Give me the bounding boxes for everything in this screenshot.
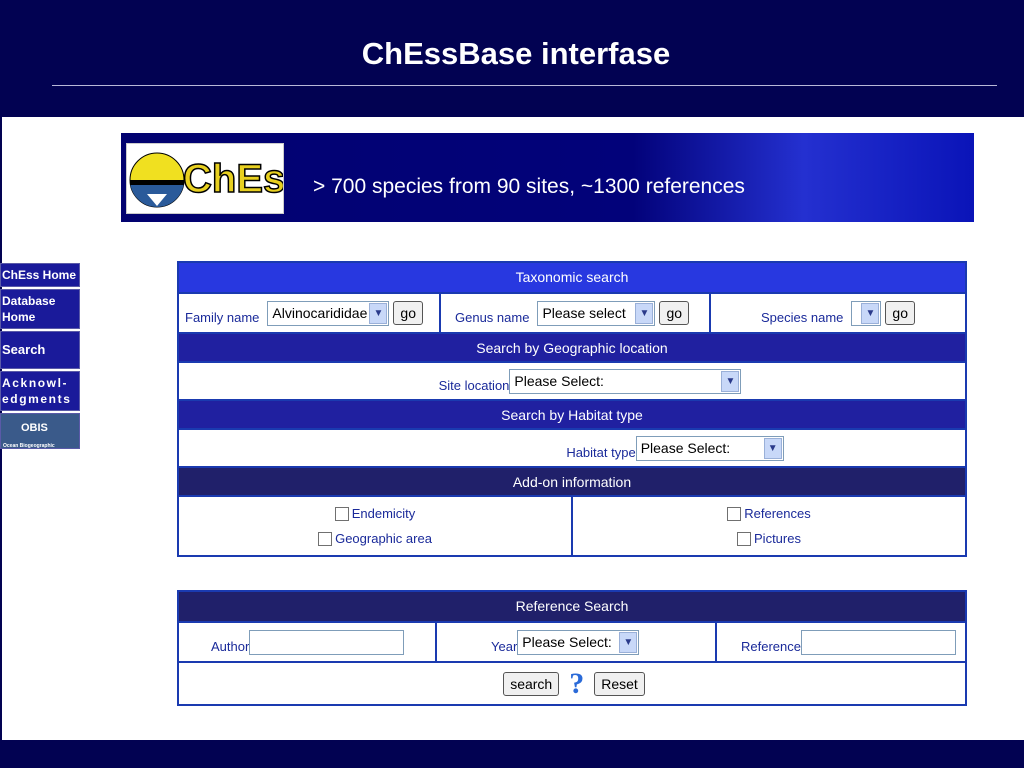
species-label: Species name: [761, 309, 844, 325]
year-value: Please Select:: [522, 634, 612, 650]
obis-link[interactable]: OBIS Ocean Biogeographic Information Sys…: [0, 413, 80, 465]
bottom-band: [0, 740, 1024, 768]
genus-go-button[interactable]: go: [659, 301, 690, 325]
obis-logo-text: OBIS: [21, 422, 48, 434]
references-option[interactable]: References: [727, 501, 811, 526]
site-cell: Site location Please Select: ▼: [179, 363, 965, 399]
search-form: Taxonomic search Family name Alvinocarid…: [177, 261, 967, 557]
species-go-button[interactable]: go: [885, 301, 915, 325]
nav-database-home[interactable]: Database Home: [0, 289, 80, 329]
pictures-label: Pictures: [754, 531, 801, 546]
taxonomic-row: Family name Alvinocarididae ▼ go Genus n…: [179, 292, 965, 332]
genus-value: Please select: [542, 305, 626, 321]
slide-title: ChEssBase interfase: [361, 36, 671, 71]
addon-header: Add-on information: [179, 466, 965, 495]
search-button[interactable]: search: [503, 671, 560, 696]
pictures-option[interactable]: Pictures: [737, 526, 801, 551]
family-value: Alvinocarididae: [272, 305, 368, 321]
chevron-down-icon: ▼: [619, 631, 638, 653]
nav-search[interactable]: Search: [0, 331, 80, 369]
family-label: Family name: [185, 309, 260, 325]
nav-acknowledgments[interactable]: Acknowl-edgments: [0, 371, 80, 411]
banner-stats: > 700 species from 90 sites, ~1300 refer…: [313, 175, 745, 198]
family-select[interactable]: Alvinocarididae ▼: [267, 300, 390, 326]
habitat-select[interactable]: Please Select: ▼: [635, 435, 784, 461]
addon-row: Endemicity Geographic area References Pi…: [179, 495, 965, 555]
chevron-down-icon: ▼: [721, 370, 740, 392]
addon-right-cell: References Pictures: [573, 497, 965, 555]
habitat-value: Please Select:: [640, 440, 731, 456]
side-navigation: ChEss Home Database Home Search Acknowl-…: [0, 263, 80, 465]
reference-actions-row: search ? Reset: [179, 661, 965, 704]
reset-button[interactable]: Reset: [594, 671, 645, 696]
family-cell: Family name Alvinocarididae ▼ go: [179, 294, 441, 332]
site-value: Please Select:: [514, 373, 604, 389]
reference-input[interactable]: [800, 629, 956, 655]
habitat-label: Habitat type: [566, 444, 636, 460]
author-input[interactable]: [249, 629, 405, 655]
geographic-area-option[interactable]: Geographic area: [318, 526, 432, 551]
chevron-down-icon: ▼: [635, 302, 654, 324]
species-select[interactable]: ▼: [851, 300, 882, 326]
chevron-down-icon: ▼: [763, 437, 782, 459]
site-label: Site location: [438, 377, 510, 393]
reference-search-header: Reference Search: [179, 592, 965, 621]
references-label: References: [744, 506, 811, 521]
genus-cell: Genus name Please select ▼ go: [441, 294, 711, 332]
habitat-row: Habitat type Please Select: ▼: [179, 428, 965, 466]
actions-cell: search ? Reset: [179, 663, 965, 704]
addon-left-cell: Endemicity Geographic area: [179, 497, 573, 555]
endemicity-checkbox[interactable]: [334, 506, 349, 521]
chevron-down-icon: ▼: [369, 302, 388, 324]
genus-select[interactable]: Please select ▼: [537, 300, 656, 326]
site-select[interactable]: Please Select: ▼: [509, 368, 742, 394]
endemicity-option[interactable]: Endemicity: [334, 501, 416, 526]
reference-cell: Reference: [717, 623, 965, 661]
obis-subtitle: Ocean Biogeographic Information System: [3, 443, 55, 465]
family-go-button[interactable]: go: [393, 301, 423, 325]
author-label: Author: [211, 638, 250, 654]
reference-fields-row: Author Year Please Select: ▼ Reference: [179, 621, 965, 661]
taxonomic-search-header: Taxonomic search: [179, 263, 965, 292]
genus-label: Genus name: [455, 309, 530, 325]
geographic-area-label: Geographic area: [335, 531, 432, 546]
chess-logo-icon: ChEss: [129, 152, 284, 208]
reference-search-form: Reference Search Author Year Please Sele…: [177, 590, 967, 706]
endemicity-label: Endemicity: [351, 506, 416, 521]
chess-banner: ChEss > 700 species from 90 sites, ~1300…: [121, 133, 974, 222]
habitat-cell: Habitat type Please Select: ▼: [179, 430, 965, 466]
svg-text:ChEss: ChEss: [183, 157, 284, 201]
species-cell: Species name ▼ go: [711, 294, 965, 332]
reference-label: Reference: [741, 638, 801, 654]
chess-logo: ChEss: [126, 143, 284, 214]
year-label: Year: [491, 638, 518, 654]
geographic-search-header: Search by Geographic location: [179, 332, 965, 361]
pictures-checkbox[interactable]: [737, 531, 752, 546]
author-cell: Author: [179, 623, 437, 661]
help-icon[interactable]: ?: [569, 667, 584, 701]
chevron-down-icon: ▼: [861, 302, 880, 324]
geographic-area-checkbox[interactable]: [318, 531, 333, 546]
title-divider: [52, 85, 997, 86]
habitat-search-header: Search by Habitat type: [179, 399, 965, 428]
geographic-row: Site location Please Select: ▼: [179, 361, 965, 399]
references-checkbox[interactable]: [727, 506, 742, 521]
year-select[interactable]: Please Select: ▼: [517, 629, 640, 655]
nav-chess-home[interactable]: ChEss Home: [0, 263, 80, 287]
year-cell: Year Please Select: ▼: [437, 623, 717, 661]
